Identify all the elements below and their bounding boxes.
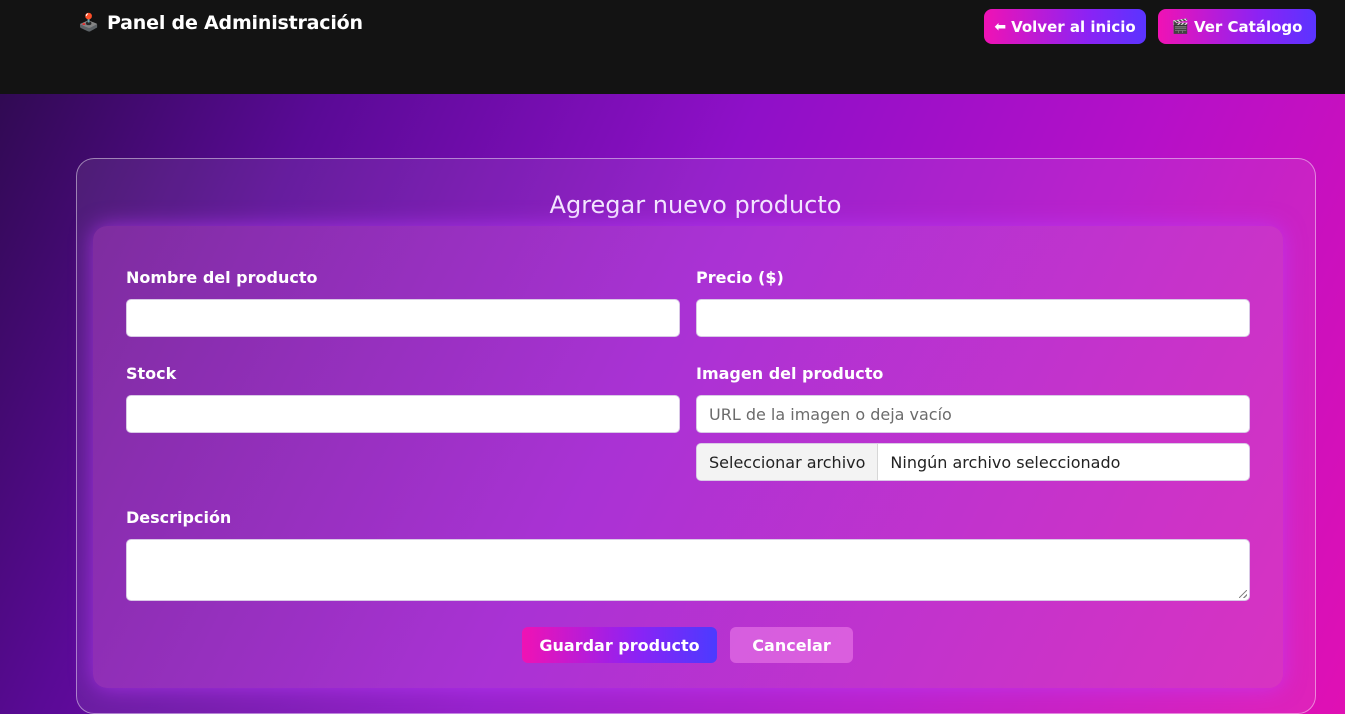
page-title: Panel de Administración [106,12,363,34]
view-catalog-label: Ver Catálogo [1193,17,1303,36]
brand: 🕹️ Panel de Administración [78,12,363,34]
form-title: Agregar nuevo producto [549,191,842,219]
clapperboard-icon: 🎬 [1171,18,1189,35]
image-url-input[interactable]: URL de la imagen o deja vacío [696,395,1250,433]
price-input[interactable] [696,299,1250,337]
price-label: Precio ($) [696,268,784,287]
back-home-label: Volver al inicio [1011,17,1136,36]
view-catalog-button[interactable]: 🎬 Ver Catálogo [1158,9,1316,44]
image-label: Imagen del producto [696,364,884,383]
arrow-left-icon: ⬅ [994,18,1007,35]
save-product-button[interactable]: Guardar producto [522,627,717,663]
image-url-placeholder: URL de la imagen o deja vacío [709,404,952,424]
image-file-input[interactable]: Seleccionar archivo Ningún archivo selec… [696,443,1250,481]
product-name-input[interactable] [126,299,680,337]
name-label: Nombre del producto [126,268,318,287]
stock-label: Stock [126,364,177,383]
stock-input[interactable] [126,395,680,433]
description-textarea[interactable] [126,539,1250,601]
select-file-button[interactable]: Seleccionar archivo [697,444,879,480]
resize-handle-icon[interactable] [1239,590,1247,598]
description-label: Descripción [126,508,232,527]
cancel-button[interactable]: Cancelar [730,627,853,663]
top-navbar: 🕹️ Panel de Administración ⬅ Volver al i… [0,0,1345,94]
file-status-text: Ningún archivo seleccionado [890,452,1121,472]
joystick-icon: 🕹️ [78,12,99,33]
back-home-button[interactable]: ⬅ Volver al inicio [984,9,1146,44]
